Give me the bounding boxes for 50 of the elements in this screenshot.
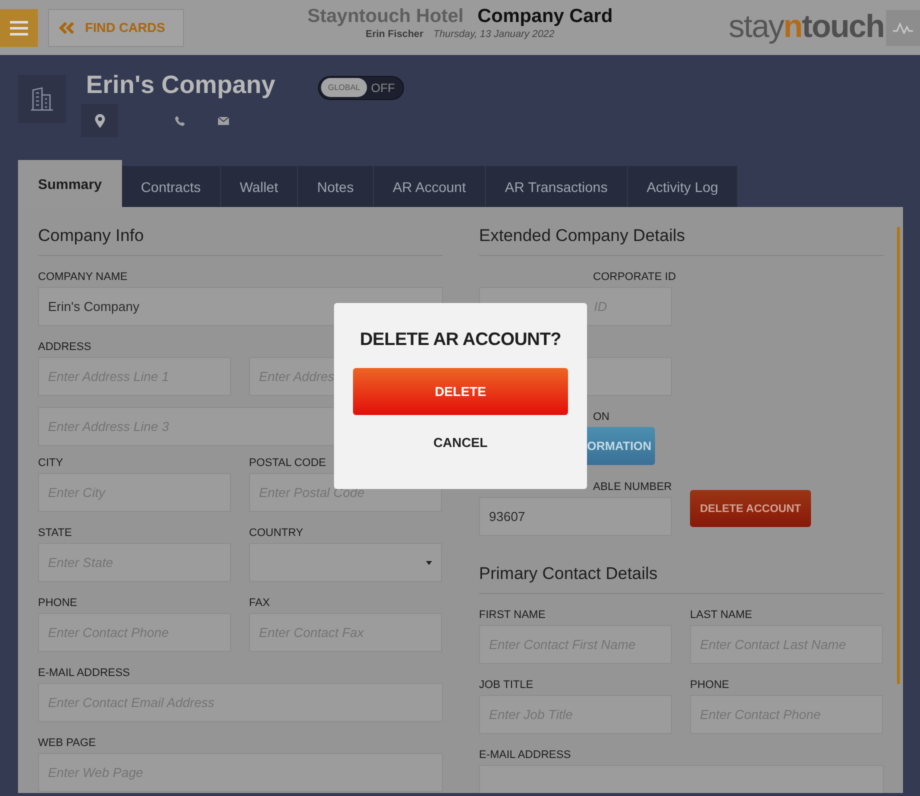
activity-button[interactable] — [886, 10, 920, 46]
field-label: PHONE — [690, 678, 730, 693]
user-name: Erin Fischer — [366, 29, 424, 40]
logo: stayntouch — [728, 8, 884, 45]
section-heading: Company Info — [38, 223, 443, 256]
phone-icon[interactable] — [175, 116, 185, 126]
location-button[interactable] — [81, 104, 118, 137]
tab[interactable]: Summary — [18, 160, 122, 207]
delete-account-button[interactable]: DELETE ACCOUNT — [690, 490, 811, 527]
field-label: LAST NAME — [690, 608, 754, 623]
page-title: Company Card — [478, 6, 613, 28]
double-chevron-icon — [59, 22, 75, 34]
global-toggle[interactable]: GLOBAL OFF — [318, 76, 404, 100]
menu-button[interactable] — [0, 8, 38, 46]
input-field[interactable]: 93607 — [479, 497, 672, 536]
field-label: ADDRESS — [38, 340, 92, 355]
menu-icon — [10, 20, 28, 36]
building-icon — [31, 87, 53, 111]
tab[interactable]: AR Account — [374, 166, 486, 207]
input-field[interactable] — [479, 765, 884, 793]
tab[interactable]: Activity Log — [628, 166, 738, 207]
field-label: POSTAL CODE — [249, 456, 328, 471]
field-label: PHONE — [38, 596, 78, 611]
field-label: FAX — [249, 596, 271, 611]
delete-button[interactable]: DELETE — [353, 368, 568, 415]
field-label: COUNTRY — [249, 526, 304, 541]
section-heading: Extended Company Details — [479, 223, 884, 256]
hotel-name: Stayntouch Hotel — [307, 6, 464, 28]
date: Thursday, 13 January 2022 — [433, 29, 554, 40]
field-label: FIRST NAME — [479, 608, 546, 623]
field-label: ABLE NUMBER — [592, 480, 672, 495]
company-name: Erin's Company — [86, 71, 276, 100]
field-label: COMPANY NAME — [38, 270, 128, 285]
field-label: E-MAIL ADDRESS — [38, 666, 131, 681]
field-label: JOB TITLE — [479, 678, 534, 693]
tab[interactable]: AR Transactions — [486, 166, 628, 207]
tab[interactable]: Wallet — [220, 166, 298, 207]
location-pin-icon — [94, 114, 104, 128]
dialog-title: DELETE AR ACCOUNT? — [360, 329, 562, 350]
tab[interactable]: Notes — [298, 166, 374, 207]
field-label: E-MAIL ADDRESS — [479, 748, 572, 763]
caret-icon — [426, 561, 432, 565]
field-label: WEB PAGE — [38, 736, 97, 751]
pulse-icon — [893, 22, 913, 34]
mail-icon[interactable] — [218, 116, 229, 124]
field-label: CITY — [38, 456, 64, 471]
section-heading: Primary Contact Details — [479, 561, 884, 594]
field-label: STATE — [38, 526, 73, 541]
field-label: ON — [592, 410, 610, 425]
tab[interactable]: Contracts — [122, 166, 221, 207]
